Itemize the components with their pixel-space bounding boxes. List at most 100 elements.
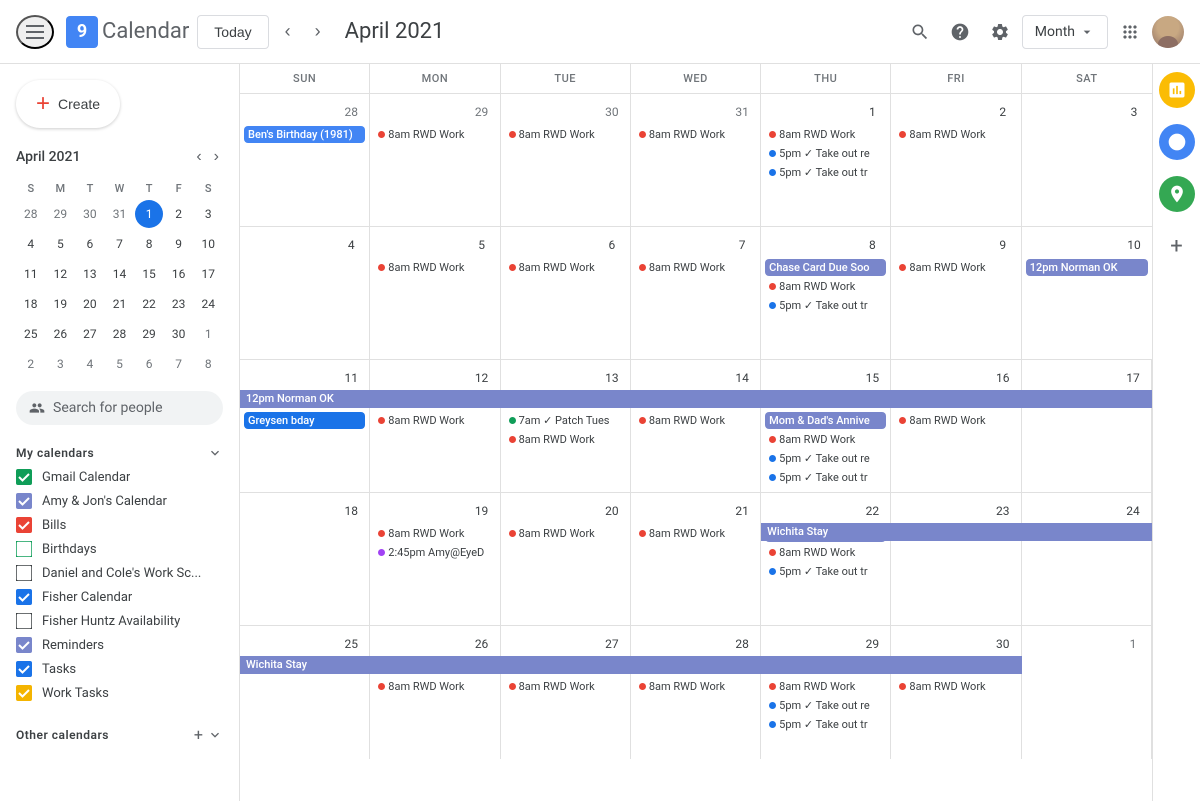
calendar-cell[interactable]: 15Mom & Dad's Annive8am RWD Work5pm ✓ Ta… <box>761 360 891 492</box>
apps-button[interactable] <box>1112 14 1148 50</box>
mini-cal-day[interactable]: 13 <box>76 260 104 288</box>
calendar-cell[interactable]: 18 <box>240 493 370 625</box>
my-calendars-header[interactable]: My calendars <box>0 441 239 465</box>
calendar-item[interactable]: Fisher Huntz Availability <box>0 609 239 633</box>
right-add-button[interactable]: + <box>1159 228 1195 264</box>
calendar-checkbox[interactable] <box>16 613 32 629</box>
day-number[interactable]: 13 <box>598 364 626 392</box>
calendar-cell[interactable]: 298am RWD Work <box>370 94 500 226</box>
mini-cal-day[interactable]: 7 <box>105 230 133 258</box>
day-number[interactable]: 10 <box>1120 231 1148 259</box>
calendar-cell[interactable]: 137am ✓ Patch Tues8am RWD Work <box>501 360 631 492</box>
calendar-event[interactable]: 8am RWD Work <box>374 259 495 276</box>
calendar-event[interactable]: 8am RWD Work <box>635 259 756 276</box>
day-number[interactable]: 25 <box>337 630 365 658</box>
day-number[interactable]: 1 <box>858 98 886 126</box>
calendar-item[interactable]: Fisher Calendar <box>0 585 239 609</box>
calendar-event[interactable]: 8am RWD Work <box>765 544 886 561</box>
mini-cal-day[interactable]: 5 <box>46 230 74 258</box>
multiday-event-bar[interactable]: Wichita Stay <box>761 523 1152 541</box>
mini-cal-day[interactable]: 30 <box>76 200 104 228</box>
calendar-checkbox[interactable] <box>16 541 32 557</box>
day-number[interactable]: 30 <box>598 98 626 126</box>
day-number[interactable]: 26 <box>468 630 496 658</box>
calendar-event[interactable]: 8am RWD Work <box>374 126 495 143</box>
calendar-checkbox[interactable] <box>16 661 32 677</box>
day-number[interactable]: 28 <box>728 630 756 658</box>
user-avatar[interactable] <box>1152 16 1184 48</box>
settings-button[interactable] <box>982 14 1018 50</box>
calendar-cell[interactable]: 308am RWD Work <box>891 626 1021 759</box>
calendar-item[interactable]: Gmail Calendar <box>0 465 239 489</box>
mini-cal-day[interactable]: 4 <box>76 350 104 378</box>
calendar-cell[interactable]: 11Greysen bday <box>240 360 370 492</box>
calendar-checkbox[interactable] <box>16 565 32 581</box>
other-calendars-header[interactable]: Other calendars + <box>0 721 239 748</box>
day-number[interactable]: 16 <box>989 364 1017 392</box>
mini-cal-day[interactable]: 20 <box>76 290 104 318</box>
mini-cal-day[interactable]: 14 <box>105 260 133 288</box>
day-number[interactable]: 9 <box>989 231 1017 259</box>
mini-cal-day[interactable]: 10 <box>194 230 222 258</box>
calendar-checkbox[interactable] <box>16 517 32 533</box>
calendar-event[interactable]: 5pm ✓ Take out tr <box>765 164 886 181</box>
right-icon-2[interactable] <box>1159 124 1195 160</box>
calendar-cell[interactable]: 12 8am RWD Work <box>370 360 500 492</box>
calendar-checkbox[interactable] <box>16 589 32 605</box>
mini-cal-day[interactable]: 28 <box>105 320 133 348</box>
calendar-event[interactable]: 8am RWD Work <box>505 678 626 695</box>
calendar-event[interactable]: 5pm ✓ Take out re <box>765 697 886 714</box>
menu-button[interactable] <box>16 15 54 49</box>
mini-cal-day[interactable]: 27 <box>76 320 104 348</box>
calendar-event[interactable]: Ben's Birthday (1981) <box>244 126 365 143</box>
mini-cal-day[interactable]: 23 <box>165 290 193 318</box>
calendar-event[interactable]: Mom & Dad's Annive <box>765 412 886 429</box>
calendar-item[interactable]: Daniel and Cole's Work Sc... <box>0 561 239 585</box>
calendar-cell[interactable]: 148am RWD Work <box>631 360 761 492</box>
calendar-cell[interactable]: 78am RWD Work <box>631 227 761 359</box>
add-other-calendar-icon[interactable]: + <box>194 725 203 744</box>
mini-calendar-prev[interactable]: ‹ <box>192 144 205 170</box>
multiday-event-bar[interactable]: 12pm Norman OK <box>240 390 1152 408</box>
calendar-event[interactable]: 8am RWD Work <box>765 678 886 695</box>
calendar-cell[interactable]: 3 <box>1022 94 1152 226</box>
mini-cal-day[interactable]: 9 <box>165 230 193 258</box>
calendar-cell[interactable]: 68am RWD Work <box>501 227 631 359</box>
mini-cal-day[interactable]: 22 <box>135 290 163 318</box>
calendar-cell[interactable]: 18am RWD Work5pm ✓ Take out re5pm ✓ Take… <box>761 94 891 226</box>
right-icon-3[interactable] <box>1159 176 1195 212</box>
calendar-checkbox[interactable] <box>16 685 32 701</box>
multiday-event-bar[interactable]: Wichita Stay <box>240 656 1022 674</box>
calendar-item[interactable]: Work Tasks <box>0 681 239 705</box>
calendar-event[interactable]: 5pm ✓ Take out re <box>765 450 886 467</box>
calendar-item[interactable]: Birthdays <box>0 537 239 561</box>
day-number[interactable]: 20 <box>598 497 626 525</box>
day-number[interactable]: 21 <box>728 497 756 525</box>
next-month-button[interactable]: › <box>307 13 329 50</box>
calendar-cell[interactable]: 58am RWD Work <box>370 227 500 359</box>
day-number[interactable]: 24 <box>1119 497 1147 525</box>
day-number[interactable]: 7 <box>728 231 756 259</box>
calendar-event[interactable]: 5pm ✓ Take out tr <box>765 297 886 314</box>
mini-cal-day[interactable]: 2 <box>165 200 193 228</box>
calendar-event[interactable]: 8am RWD Work <box>374 412 495 429</box>
day-number[interactable]: 2 <box>989 98 1017 126</box>
calendar-item[interactable]: Tasks <box>0 657 239 681</box>
help-button[interactable] <box>942 14 978 50</box>
mini-calendar-next[interactable]: › <box>210 144 223 170</box>
calendar-event[interactable]: 8am RWD Work <box>505 431 626 448</box>
mini-cal-day[interactable]: 8 <box>194 350 222 378</box>
day-number[interactable]: 14 <box>728 364 756 392</box>
calendar-event[interactable]: 8am RWD Work <box>765 278 886 295</box>
calendar-cell[interactable]: 98am RWD Work <box>891 227 1021 359</box>
calendar-event[interactable]: 8am RWD Work <box>895 126 1016 143</box>
calendar-event[interactable]: Chase Card Due Soo <box>765 259 886 276</box>
calendar-event[interactable]: Greysen bday <box>244 412 365 429</box>
right-icon-1[interactable] <box>1159 72 1195 108</box>
calendar-event[interactable]: 2:45pm Amy@EyeD <box>374 544 495 561</box>
day-number[interactable]: 22 <box>858 497 886 525</box>
day-number[interactable]: 12 <box>468 364 496 392</box>
calendar-cell[interactable]: 308am RWD Work <box>501 94 631 226</box>
mini-cal-day[interactable]: 2 <box>17 350 45 378</box>
calendar-event[interactable]: 5pm ✓ Take out re <box>765 145 886 162</box>
